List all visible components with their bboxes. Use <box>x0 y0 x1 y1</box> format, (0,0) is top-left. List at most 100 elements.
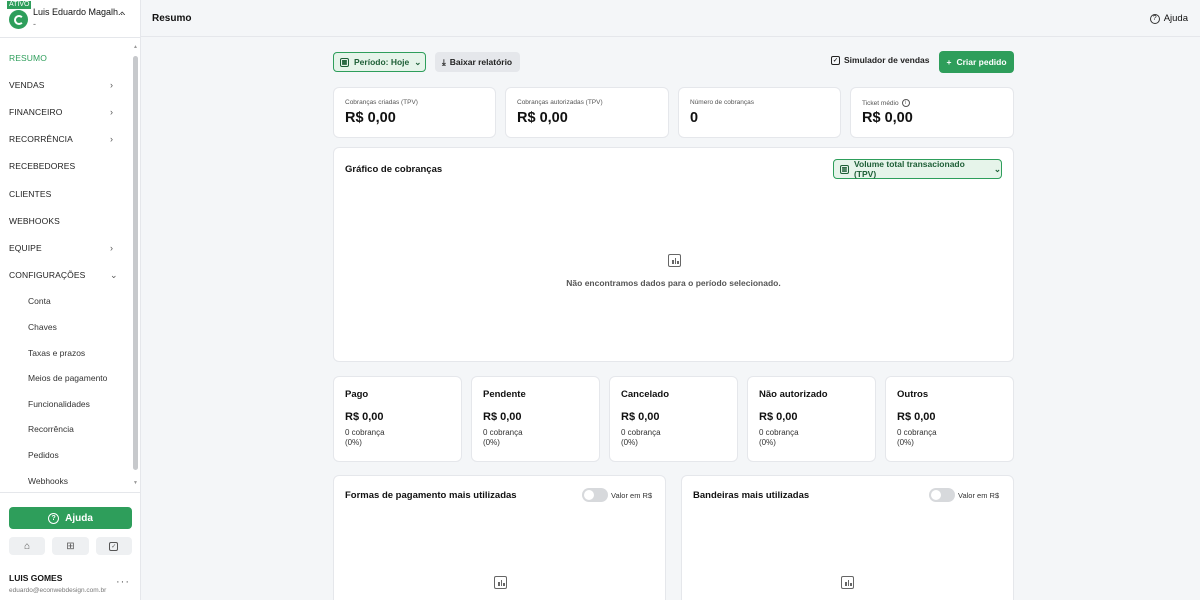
sidebar-subitem-conta[interactable]: Conta <box>0 289 132 315</box>
sidebar-item-label: CLIENTES <box>9 188 52 199</box>
account-logo <box>9 10 28 29</box>
divider <box>0 37 140 38</box>
status-percent: (0%) <box>483 438 500 447</box>
bar-chart-icon <box>841 576 854 589</box>
chevron-right-icon: › <box>110 106 114 117</box>
sidebar-item-label: CONFIGURAÇÕES <box>9 270 86 281</box>
chevron-down-icon: ⌄ <box>993 163 1001 174</box>
charges-chart-card: Gráfico de cobranças ▥ Volume total tran… <box>333 147 1014 362</box>
user-name: LUIS GOMES <box>9 573 63 583</box>
status-value: R$ 0,00 <box>621 411 660 423</box>
status-value: R$ 0,00 <box>759 411 798 423</box>
scroll-up-icon[interactable]: ▲ <box>133 44 138 50</box>
download-report-button[interactable]: ⤓ Baixar relatório <box>435 52 520 72</box>
toggle-label: Valor em R$ <box>611 490 653 500</box>
toggle-switch[interactable] <box>929 488 955 502</box>
user-email: eduardo@econwebdesign.com.br <box>9 587 107 594</box>
chevron-right-icon: › <box>110 79 114 90</box>
period-label: Período: Hoje <box>354 57 410 67</box>
create-order-button[interactable]: + Criar pedido <box>939 51 1014 73</box>
sidebar-item-clientes[interactable]: CLIENTES <box>0 180 132 207</box>
status-count: 0 cobrança <box>897 428 937 437</box>
sidebar-subitem-funcionalidades[interactable]: Funcionalidades <box>0 391 132 417</box>
sidebar-item-resumo[interactable]: RESUMO <box>0 44 132 71</box>
status-badge: ATIVO <box>7 1 32 9</box>
header-help-label: Ajuda <box>1163 13 1188 24</box>
chevron-right-icon: › <box>110 242 114 253</box>
kpi-card-created: Cobranças criadas (TPV) R$ 0,00 <box>333 87 496 138</box>
sidebar-item-recorrencia[interactable]: RECORRÊNCIA › <box>0 126 132 153</box>
status-card-pago[interactable]: Pago R$ 0,00 0 cobrança (0%) <box>333 376 462 462</box>
value-toggle[interactable]: Valor em R$ <box>582 488 652 502</box>
kpi-label-wrap: Ticket médio i <box>862 99 910 107</box>
sales-simulator-label: Simulador de vendas <box>844 55 930 65</box>
sidebar-item-equipe[interactable]: EQUIPE › <box>0 234 132 261</box>
simulator-button[interactable]: ✓ <box>95 537 132 555</box>
status-value: R$ 0,00 <box>897 411 936 423</box>
chevron-down-icon: ⌄ <box>110 269 118 280</box>
status-title: Pago <box>345 389 369 400</box>
account-switcher[interactable]: ATIVO Luis Eduardo Magalh... - ⌃ <box>0 0 141 36</box>
value-toggle[interactable]: Valor em R$ <box>929 488 999 502</box>
chevron-right-icon: › <box>110 134 114 145</box>
sidebar-item-label: EQUIPE <box>9 242 42 253</box>
plus-icon: + <box>946 57 952 67</box>
status-percent: (0%) <box>621 438 638 447</box>
status-card-pendente[interactable]: Pendente R$ 0,00 0 cobrança (0%) <box>471 376 600 462</box>
status-value: R$ 0,00 <box>483 411 522 423</box>
sidebar-subitem-pedidos[interactable]: Pedidos <box>0 442 132 468</box>
status-title: Pendente <box>483 389 526 400</box>
status-count: 0 cobrança <box>759 428 799 437</box>
sidebar-item-recebedores[interactable]: RECEBEDORES <box>0 153 132 180</box>
status-count: 0 cobrança <box>345 428 385 437</box>
sidebar-item-label: WEBHOOKS <box>9 215 60 226</box>
question-icon: ? <box>48 512 60 524</box>
status-card-nao-autorizado[interactable]: Não autorizado R$ 0,00 0 cobrança (0%) <box>747 376 876 462</box>
status-card-cancelado[interactable]: Cancelado R$ 0,00 0 cobrança (0%) <box>609 376 738 462</box>
kpi-label: Número de cobranças <box>690 99 754 106</box>
sidebar-subitem-recorrencia[interactable]: Recorrência <box>0 417 132 443</box>
sidebar-subitem-meios-pagamento[interactable]: Meios de pagamento <box>0 365 132 391</box>
page-title: Resumo <box>152 13 192 24</box>
info-icon[interactable]: i <box>901 99 910 107</box>
top-bar: Resumo ? Ajuda <box>141 0 1200 37</box>
sidebar-scrollbar[interactable] <box>133 56 138 470</box>
chart-metric-select[interactable]: ▥ Volume total transacionado (TPV) ⌄ <box>833 159 1002 179</box>
chevron-down-icon: ⌄ <box>414 56 422 67</box>
kpi-value: 0 <box>690 110 699 126</box>
sidebar-subitem-taxas[interactable]: Taxas e prazos <box>0 340 132 366</box>
shortcut-buttons: ⌂ ⊞ ✓ <box>9 537 132 555</box>
status-percent: (0%) <box>897 438 914 447</box>
more-options-icon[interactable]: ··· <box>116 576 130 588</box>
card-brands-card: Bandeiras mais utilizadas Valor em R$ <box>681 475 1014 600</box>
help-button[interactable]: ? Ajuda <box>9 507 132 529</box>
sidebar-item-webhooks[interactable]: WEBHOOKS <box>0 207 132 234</box>
sidebar-item-vendas[interactable]: VENDAS › <box>0 71 132 98</box>
period-select[interactable]: ▦ Período: Hoje ⌄ <box>333 52 426 72</box>
payment-methods-card: Formas de pagamento mais utilizadas Valo… <box>333 475 666 600</box>
chart-icon: ▥ <box>840 164 849 174</box>
store-icon: ⌂ <box>24 540 31 552</box>
sidebar-nav: RESUMO VENDAS › FINANCEIRO › RECORRÊNCIA › … <box>0 44 132 493</box>
kpi-value: R$ 0,00 <box>345 110 396 126</box>
toggle-switch[interactable] <box>582 488 608 502</box>
sidebar-item-configuracoes[interactable]: CONFIGURAÇÕES ⌄ <box>0 262 132 289</box>
toggle-label: Valor em R$ <box>958 490 1000 500</box>
account-name: Luis Eduardo Magalh... <box>33 7 126 17</box>
divider <box>0 492 140 493</box>
chart-metric-label: Volume total transacionado (TPV) <box>853 159 965 179</box>
header-help-link[interactable]: ? Ajuda <box>1149 13 1188 24</box>
store-button[interactable]: ⌂ <box>9 537 46 555</box>
sidebar-item-financeiro[interactable]: FINANCEIRO › <box>0 98 132 125</box>
status-card-outros[interactable]: Outros R$ 0,00 0 cobrança (0%) <box>885 376 1014 462</box>
sidebar-subitem-webhooks[interactable]: Webhooks <box>0 468 132 494</box>
sales-simulator-button[interactable]: ✓ Simulador de vendas <box>831 55 930 65</box>
scroll-down-icon[interactable]: ▼ <box>133 480 138 486</box>
kpi-value: R$ 0,00 <box>517 110 568 126</box>
bar-chart-icon <box>494 576 507 589</box>
status-title: Outros <box>897 389 929 400</box>
kpi-label: Ticket médio <box>862 99 899 107</box>
kpi-card-count: Número de cobranças 0 <box>678 87 841 138</box>
apps-button[interactable]: ⊞ <box>52 537 89 555</box>
sidebar-subitem-chaves[interactable]: Chaves <box>0 314 132 340</box>
